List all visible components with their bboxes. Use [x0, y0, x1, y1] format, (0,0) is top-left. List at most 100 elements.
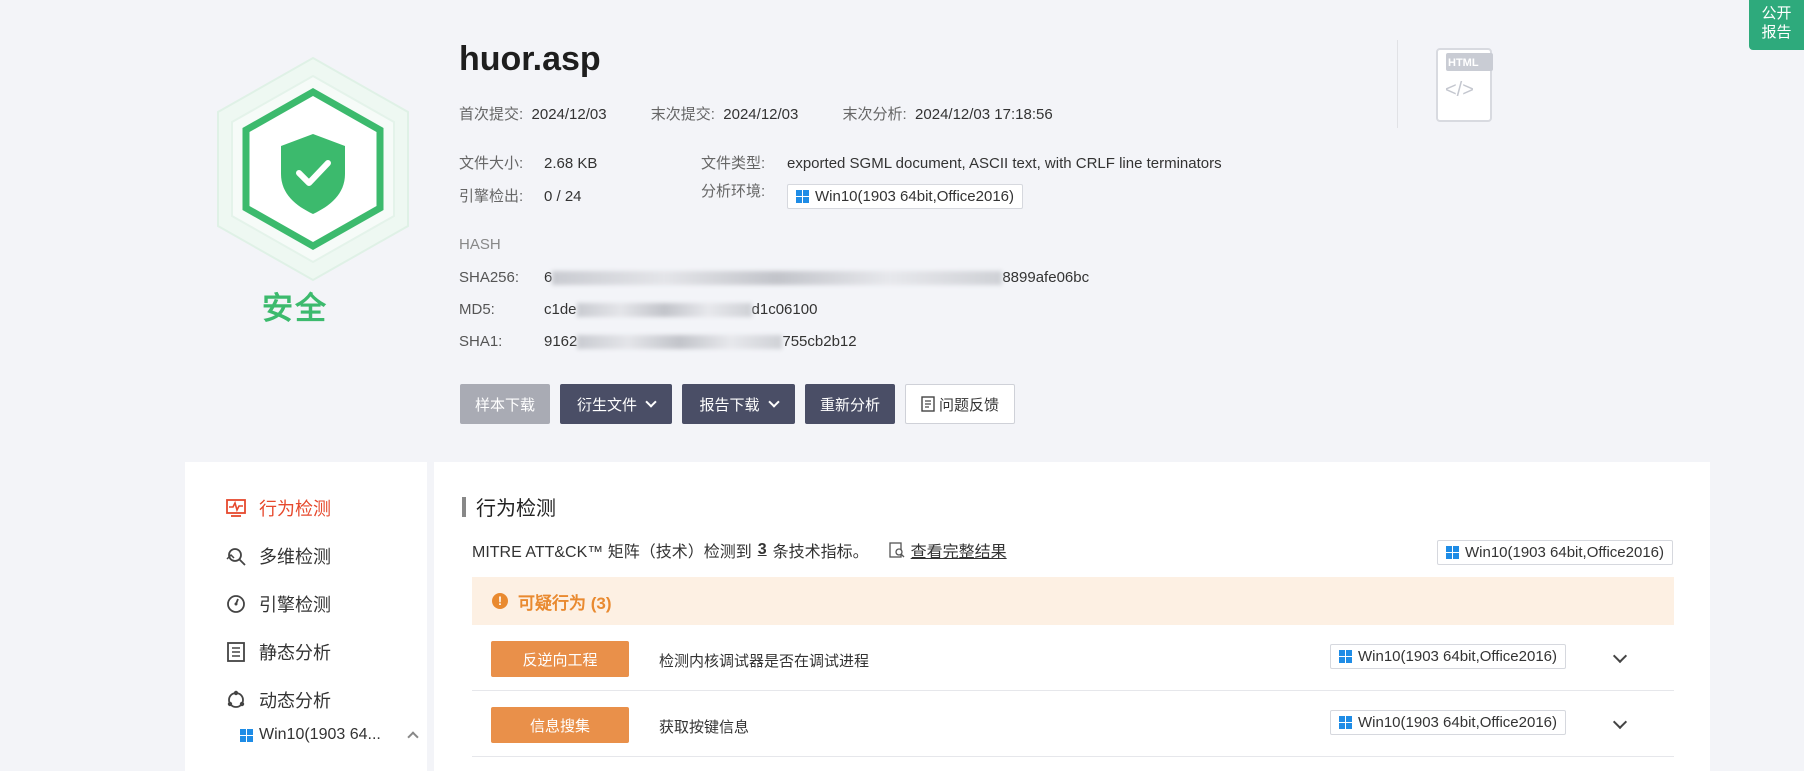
public-report-line1: 公开	[1761, 5, 1792, 22]
windows-icon	[1339, 650, 1352, 663]
sample-download-button[interactable]: 样本下载	[460, 384, 550, 424]
first-submit-value: 2024/12/03	[531, 106, 607, 123]
file-size-value: 2.68 KB	[544, 155, 598, 172]
expand-chevron-icon[interactable]	[1612, 714, 1628, 730]
behavior-description: 获取按键信息	[659, 719, 750, 736]
report-download-label: 报告下载	[699, 396, 760, 414]
behavior-row-env: Win10(1903 64bit,Office2016)	[1330, 644, 1567, 669]
behavior-row-env-label: Win10(1903 64bit,Office2016)	[1358, 648, 1558, 665]
monitor-pulse-icon	[226, 499, 246, 517]
file-size-row: 文件大小: 2.68 KB	[459, 152, 597, 173]
svg-text:</>: </>	[1445, 79, 1474, 101]
derived-files-button[interactable]: 衍生文件	[560, 384, 672, 424]
expand-chevron-icon[interactable]	[1612, 648, 1628, 664]
file-type-value: exported SGML document, ASCII text, with…	[787, 155, 1222, 172]
behavior-row[interactable]: 反逆向工程 检测内核调试器是否在调试进程 Win10(1903 64bit,Of…	[472, 625, 1674, 691]
reanalyze-button[interactable]: 重新分析	[805, 384, 895, 424]
html-badge-text: HTML	[1448, 57, 1479, 69]
warning-icon: !	[492, 593, 508, 609]
file-name: huor.asp	[459, 40, 601, 78]
chevron-down-icon	[767, 396, 780, 408]
sha256-tail: 8899afe06bc	[1002, 269, 1090, 286]
mitre-prefix: MITRE ATT&CK™ 矩阵（技术）检测到	[472, 544, 752, 561]
md5-row: MD5: c1de d1c06100	[459, 301, 817, 318]
nav-dynamic-analysis[interactable]: 动态分析	[225, 687, 331, 713]
list-document-icon	[227, 642, 245, 662]
windows-icon	[1445, 546, 1459, 559]
last-submit-label: 末次提交:	[650, 106, 715, 123]
first-submit-label: 首次提交:	[459, 106, 524, 123]
engine-detect-row: 引擎检出: 0 / 24	[459, 185, 582, 206]
nav-sub-env-label: Win10(1903 64...	[259, 726, 381, 743]
engine-detect-value: 0 / 24	[544, 188, 582, 205]
mitre-summary: MITRE ATT&CK™ 矩阵（技术）检测到 3 条技术指标。 查看完整结果	[472, 538, 1007, 562]
section-title-text: 行为检测	[476, 498, 556, 520]
sha256-label: SHA256:	[459, 269, 520, 286]
document-icon	[921, 396, 935, 412]
behavior-row-env-label: Win10(1903 64bit,Office2016)	[1358, 714, 1558, 731]
md5-redaction	[576, 303, 752, 318]
behavior-env-badge[interactable]: Win10(1903 64bit,Office2016)	[1436, 540, 1673, 565]
nav-dynamic-label: 动态分析	[259, 691, 331, 711]
sample-download-label: 样本下载	[474, 396, 535, 414]
hash-title: HASH	[459, 236, 501, 253]
file-type-label: 文件类型:	[701, 155, 766, 172]
nav-multi-detection[interactable]: 多维检测	[225, 543, 331, 569]
md5-tail: d1c06100	[751, 301, 818, 318]
html-file-icon: HTML </>	[1436, 48, 1494, 122]
behavior-detection-panel: 行为检测 MITRE ATT&CK™ 矩阵（技术）检测到 3 条技术指标。 查看…	[434, 462, 1710, 771]
derived-files-label: 衍生文件	[576, 396, 637, 414]
sha1-redaction	[577, 335, 783, 350]
md5-head: c1de	[544, 301, 577, 318]
last-analysis-value: 2024/12/03 17:18:56	[915, 106, 1053, 123]
report-download-button[interactable]: 报告下载	[682, 384, 795, 424]
md5-label: MD5:	[459, 301, 495, 318]
behavior-row-env: Win10(1903 64bit,Office2016)	[1330, 710, 1567, 735]
analysis-env-row: 分析环境: Win10(1903 64bit,Office2016)	[701, 180, 1024, 209]
file-type-row: 文件类型: exported SGML document, ASCII text,…	[701, 152, 1222, 173]
nav-engine-label: 引擎检测	[259, 595, 331, 615]
analysis-env-label: 分析环境:	[701, 183, 766, 200]
reanalyze-label: 重新分析	[819, 396, 880, 414]
public-report-button[interactable]: 公开 报告	[1749, 0, 1804, 50]
feedback-button[interactable]: 问题反馈	[905, 384, 1015, 424]
mitre-count: 3	[757, 541, 767, 558]
verdict-shield-icon	[208, 56, 418, 286]
sha256-head: 6	[544, 269, 553, 286]
chevron-down-icon	[645, 396, 657, 408]
gauge-icon	[227, 595, 245, 613]
nav-sub-env[interactable]: Win10(1903 64...	[240, 726, 419, 744]
windows-icon	[240, 728, 253, 742]
behavior-tag: 反逆向工程	[491, 641, 629, 677]
windows-icon	[796, 190, 809, 203]
magnifier-scan-icon	[226, 548, 246, 566]
cycle-nodes-icon	[227, 690, 245, 708]
suspicious-behavior-header[interactable]: ! 可疑行为 (3)	[472, 577, 1674, 625]
sha1-row: SHA1: 9162 755cb2b12	[459, 333, 857, 350]
search-document-icon	[888, 542, 905, 558]
sha1-label: SHA1:	[459, 333, 503, 350]
nav-static-analysis[interactable]: 静态分析	[225, 639, 331, 665]
suspicious-label: 可疑行为 (3)	[518, 593, 612, 613]
file-size-label: 文件大小:	[459, 155, 524, 172]
header-divider	[1397, 40, 1398, 128]
analysis-env-badge: Win10(1903 64bit,Office2016)	[787, 184, 1024, 209]
section-title: 行为检测	[462, 492, 556, 521]
sha1-head: 9162	[544, 333, 578, 350]
analysis-env-value: Win10(1903 64bit,Office2016)	[815, 188, 1015, 205]
engine-detect-label: 引擎检出:	[459, 188, 524, 205]
windows-icon	[1339, 716, 1352, 729]
view-full-results-link[interactable]: 查看完整结果	[911, 538, 1007, 562]
chevron-up-icon	[407, 731, 419, 743]
verdict-label: 安全	[262, 291, 328, 326]
last-submit-value: 2024/12/03	[723, 106, 799, 123]
side-navigation: 行为检测 多维检测 引擎检测 静态分析 动态分析 Win10(1903 64..…	[185, 462, 427, 771]
nav-behavior-detection[interactable]: 行为检测	[225, 495, 331, 521]
feedback-label: 问题反馈	[938, 396, 999, 414]
mitre-suffix: 条技术指标。	[772, 544, 869, 561]
behavior-row[interactable]: 信息搜集 获取按键信息 Win10(1903 64bit,Office2016)	[472, 691, 1674, 757]
last-analysis-label: 末次分析:	[842, 106, 907, 123]
behavior-env-label: Win10(1903 64bit,Office2016)	[1464, 544, 1664, 561]
nav-engine-detection[interactable]: 引擎检测	[225, 591, 331, 617]
sha256-redaction	[552, 271, 1003, 286]
